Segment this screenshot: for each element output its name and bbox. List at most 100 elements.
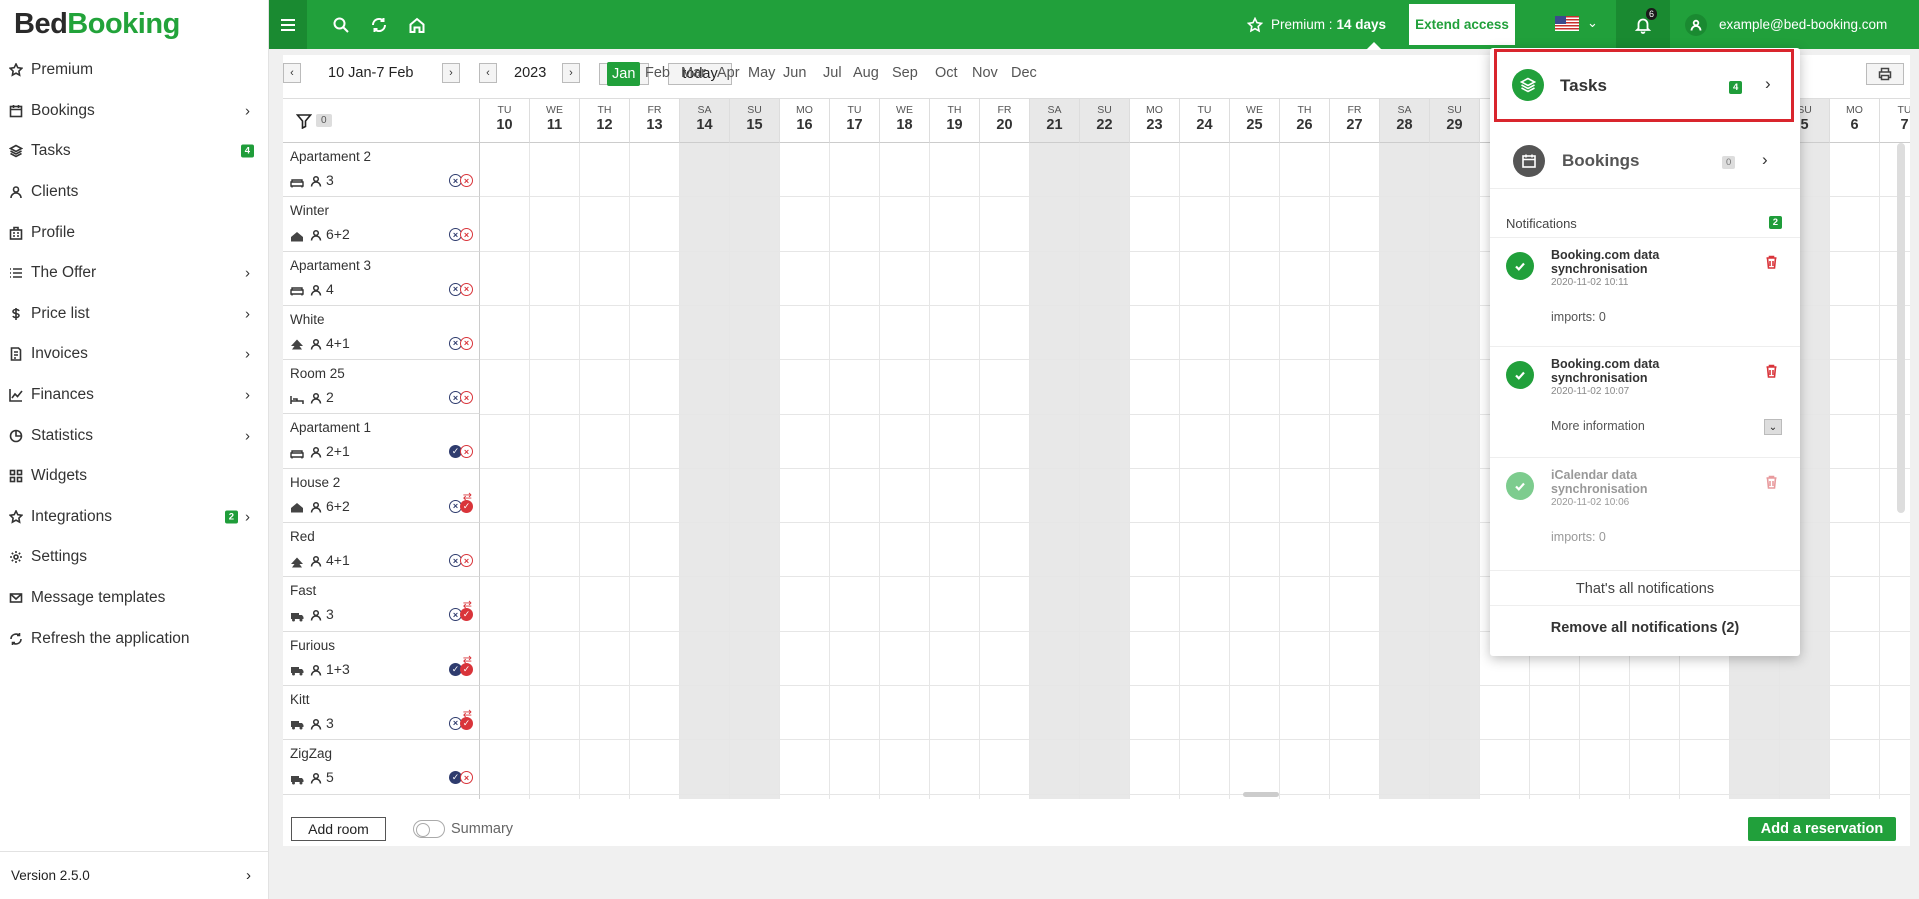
notifications-button[interactable]: 6 (1616, 0, 1670, 49)
room-row[interactable]: Apartament 3 4 × × (283, 251, 480, 306)
month-sep[interactable]: Sep (892, 65, 918, 81)
room-sync-status[interactable]: ✓ × (449, 445, 473, 459)
remove-all-notifications-button[interactable]: Remove all notifications (2) (1490, 608, 1800, 648)
day-column[interactable] (980, 143, 1030, 799)
print-button[interactable] (1866, 63, 1904, 85)
sidebar-item-tasks[interactable]: Tasks 4 (0, 131, 268, 172)
toggle-switch[interactable] (413, 820, 445, 838)
sidebar-item-invoices[interactable]: Invoices › (0, 334, 268, 375)
room-sync-status[interactable]: × × (449, 174, 473, 187)
sidebar-item-profile[interactable]: Profile (0, 212, 268, 253)
room-row[interactable]: Kitt 3 ⇄ × ✓ (283, 685, 480, 741)
room-sync-status[interactable]: ✓ ✓ (449, 662, 473, 676)
summary-toggle[interactable]: Summary (413, 820, 513, 838)
day-column[interactable] (1230, 143, 1280, 799)
room-sync-status[interactable]: × ✓ (449, 499, 473, 513)
day-column[interactable] (580, 143, 630, 799)
room-sync-status[interactable]: × × (449, 554, 473, 568)
day-column[interactable] (780, 143, 830, 799)
vertical-scrollbar[interactable] (1897, 143, 1905, 513)
day-column[interactable] (1830, 143, 1880, 799)
sidebar-item-statistics[interactable]: Statistics › (0, 415, 268, 456)
room-row[interactable]: Room 25 2 × × (283, 360, 480, 415)
day-column[interactable] (930, 143, 980, 799)
sidebar-item-widgets[interactable]: Widgets (0, 456, 268, 497)
room-sync-status[interactable]: × × (449, 228, 473, 242)
sidebar-item-clients[interactable]: Clients (0, 172, 268, 213)
sync-button[interactable] (360, 0, 398, 49)
day-column[interactable] (1180, 143, 1230, 799)
room-row[interactable]: Sunny5+2×× (283, 794, 480, 799)
month-nov[interactable]: Nov (972, 65, 998, 81)
room-sync-status[interactable]: ✓ × (449, 771, 473, 785)
day-column[interactable] (830, 143, 880, 799)
month-may[interactable]: May (748, 65, 775, 81)
room-row[interactable]: ZigZag 5 ✓ × (283, 740, 480, 795)
trash-icon[interactable] (1765, 364, 1778, 378)
add-room-button[interactable]: Add room (291, 817, 386, 841)
month-jan[interactable]: Jan (607, 62, 641, 86)
chevron-down-icon[interactable]: ⌄ (1587, 15, 1598, 31)
room-sync-status[interactable]: × ✓ (449, 716, 473, 730)
room-row[interactable]: House 2 6+2 ⇄ × ✓ (283, 468, 480, 524)
notification-detail[interactable]: More information (1551, 419, 1645, 433)
sidebar-item-premium[interactable]: Premium (0, 50, 268, 91)
us-flag-icon[interactable] (1555, 16, 1579, 31)
sidebar-item-finances[interactable]: Finances › (0, 375, 268, 416)
room-row[interactable]: White 4+1 × × (283, 305, 480, 361)
room-row[interactable]: Apartament 2 3 × × (283, 143, 480, 198)
month-jul[interactable]: Jul (823, 65, 842, 81)
sidebar-item-integrations[interactable]: Integrations 2 › (0, 497, 268, 538)
day-column[interactable] (480, 143, 530, 799)
month-oct[interactable]: Oct (935, 65, 958, 81)
notification-item[interactable]: Booking.com data synchronisation 2020-11-… (1490, 347, 1800, 458)
prev-year-button[interactable]: ‹ (479, 63, 497, 83)
room-row[interactable]: Red 4+1 × × (283, 523, 480, 578)
day-column[interactable] (1330, 143, 1380, 799)
room-sync-status[interactable]: × × (449, 336, 473, 350)
notification-item[interactable]: iCalendar data synchronisation 2020-11-02… (1490, 458, 1800, 571)
day-column[interactable] (1880, 143, 1910, 799)
day-column[interactable] (880, 143, 930, 799)
day-column[interactable] (1430, 143, 1480, 799)
day-column[interactable] (680, 143, 730, 799)
month-dec[interactable]: Dec (1011, 65, 1037, 81)
next-year-button[interactable]: › (562, 63, 580, 83)
menu-toggle-button[interactable] (269, 0, 307, 49)
month-jun[interactable]: Jun (783, 65, 806, 81)
room-sync-status[interactable]: × ✓ (449, 608, 473, 622)
day-column[interactable] (1030, 143, 1080, 799)
horizontal-scrollbar[interactable] (1243, 792, 1279, 797)
room-row[interactable]: Fast 3 ⇄ × ✓ (283, 577, 480, 632)
day-column[interactable] (1080, 143, 1130, 799)
day-column[interactable] (1130, 143, 1180, 799)
day-column[interactable] (530, 143, 580, 799)
room-filter[interactable]: 0 (283, 99, 480, 143)
room-row[interactable]: Winter 6+2 × × (283, 197, 480, 252)
day-column[interactable] (730, 143, 780, 799)
app-logo[interactable]: Bed Booking (0, 0, 268, 49)
month-aug[interactable]: Aug (853, 65, 879, 81)
month-apr[interactable]: Apr (717, 65, 740, 81)
sidebar-item-refresh-the-application[interactable]: Refresh the application (0, 618, 268, 659)
sidebar-item-price-list[interactable]: Price list › (0, 294, 268, 335)
trash-icon[interactable] (1765, 255, 1778, 269)
next-range-button[interactable]: › (442, 63, 460, 83)
sidebar-item-message-templates[interactable]: Message templates (0, 578, 268, 619)
room-row[interactable]: Apartament 1 2+1 ✓ × (283, 414, 480, 469)
trash-icon[interactable] (1765, 475, 1778, 489)
add-reservation-button[interactable]: Add a reservation (1748, 817, 1896, 841)
notification-item[interactable]: Booking.com data synchronisation 2020-11-… (1490, 238, 1800, 347)
extend-access-button[interactable]: Extend access (1409, 4, 1515, 45)
day-column[interactable] (1380, 143, 1430, 799)
month-feb[interactable]: Feb (645, 65, 670, 81)
sidebar-item-bookings[interactable]: Bookings › (0, 91, 268, 132)
sidebar-item-the-offer[interactable]: The Offer › (0, 253, 268, 294)
month-mar[interactable]: Mar (681, 65, 706, 81)
room-sync-status[interactable]: × × (449, 282, 473, 296)
prev-range-button[interactable]: ‹ (283, 63, 301, 83)
home-button[interactable] (398, 0, 436, 49)
search-button[interactable] (322, 0, 360, 49)
room-row[interactable]: Furious 1+3 ⇄ ✓ ✓ (283, 631, 480, 686)
expand-more-button[interactable]: ⌄ (1764, 419, 1782, 435)
